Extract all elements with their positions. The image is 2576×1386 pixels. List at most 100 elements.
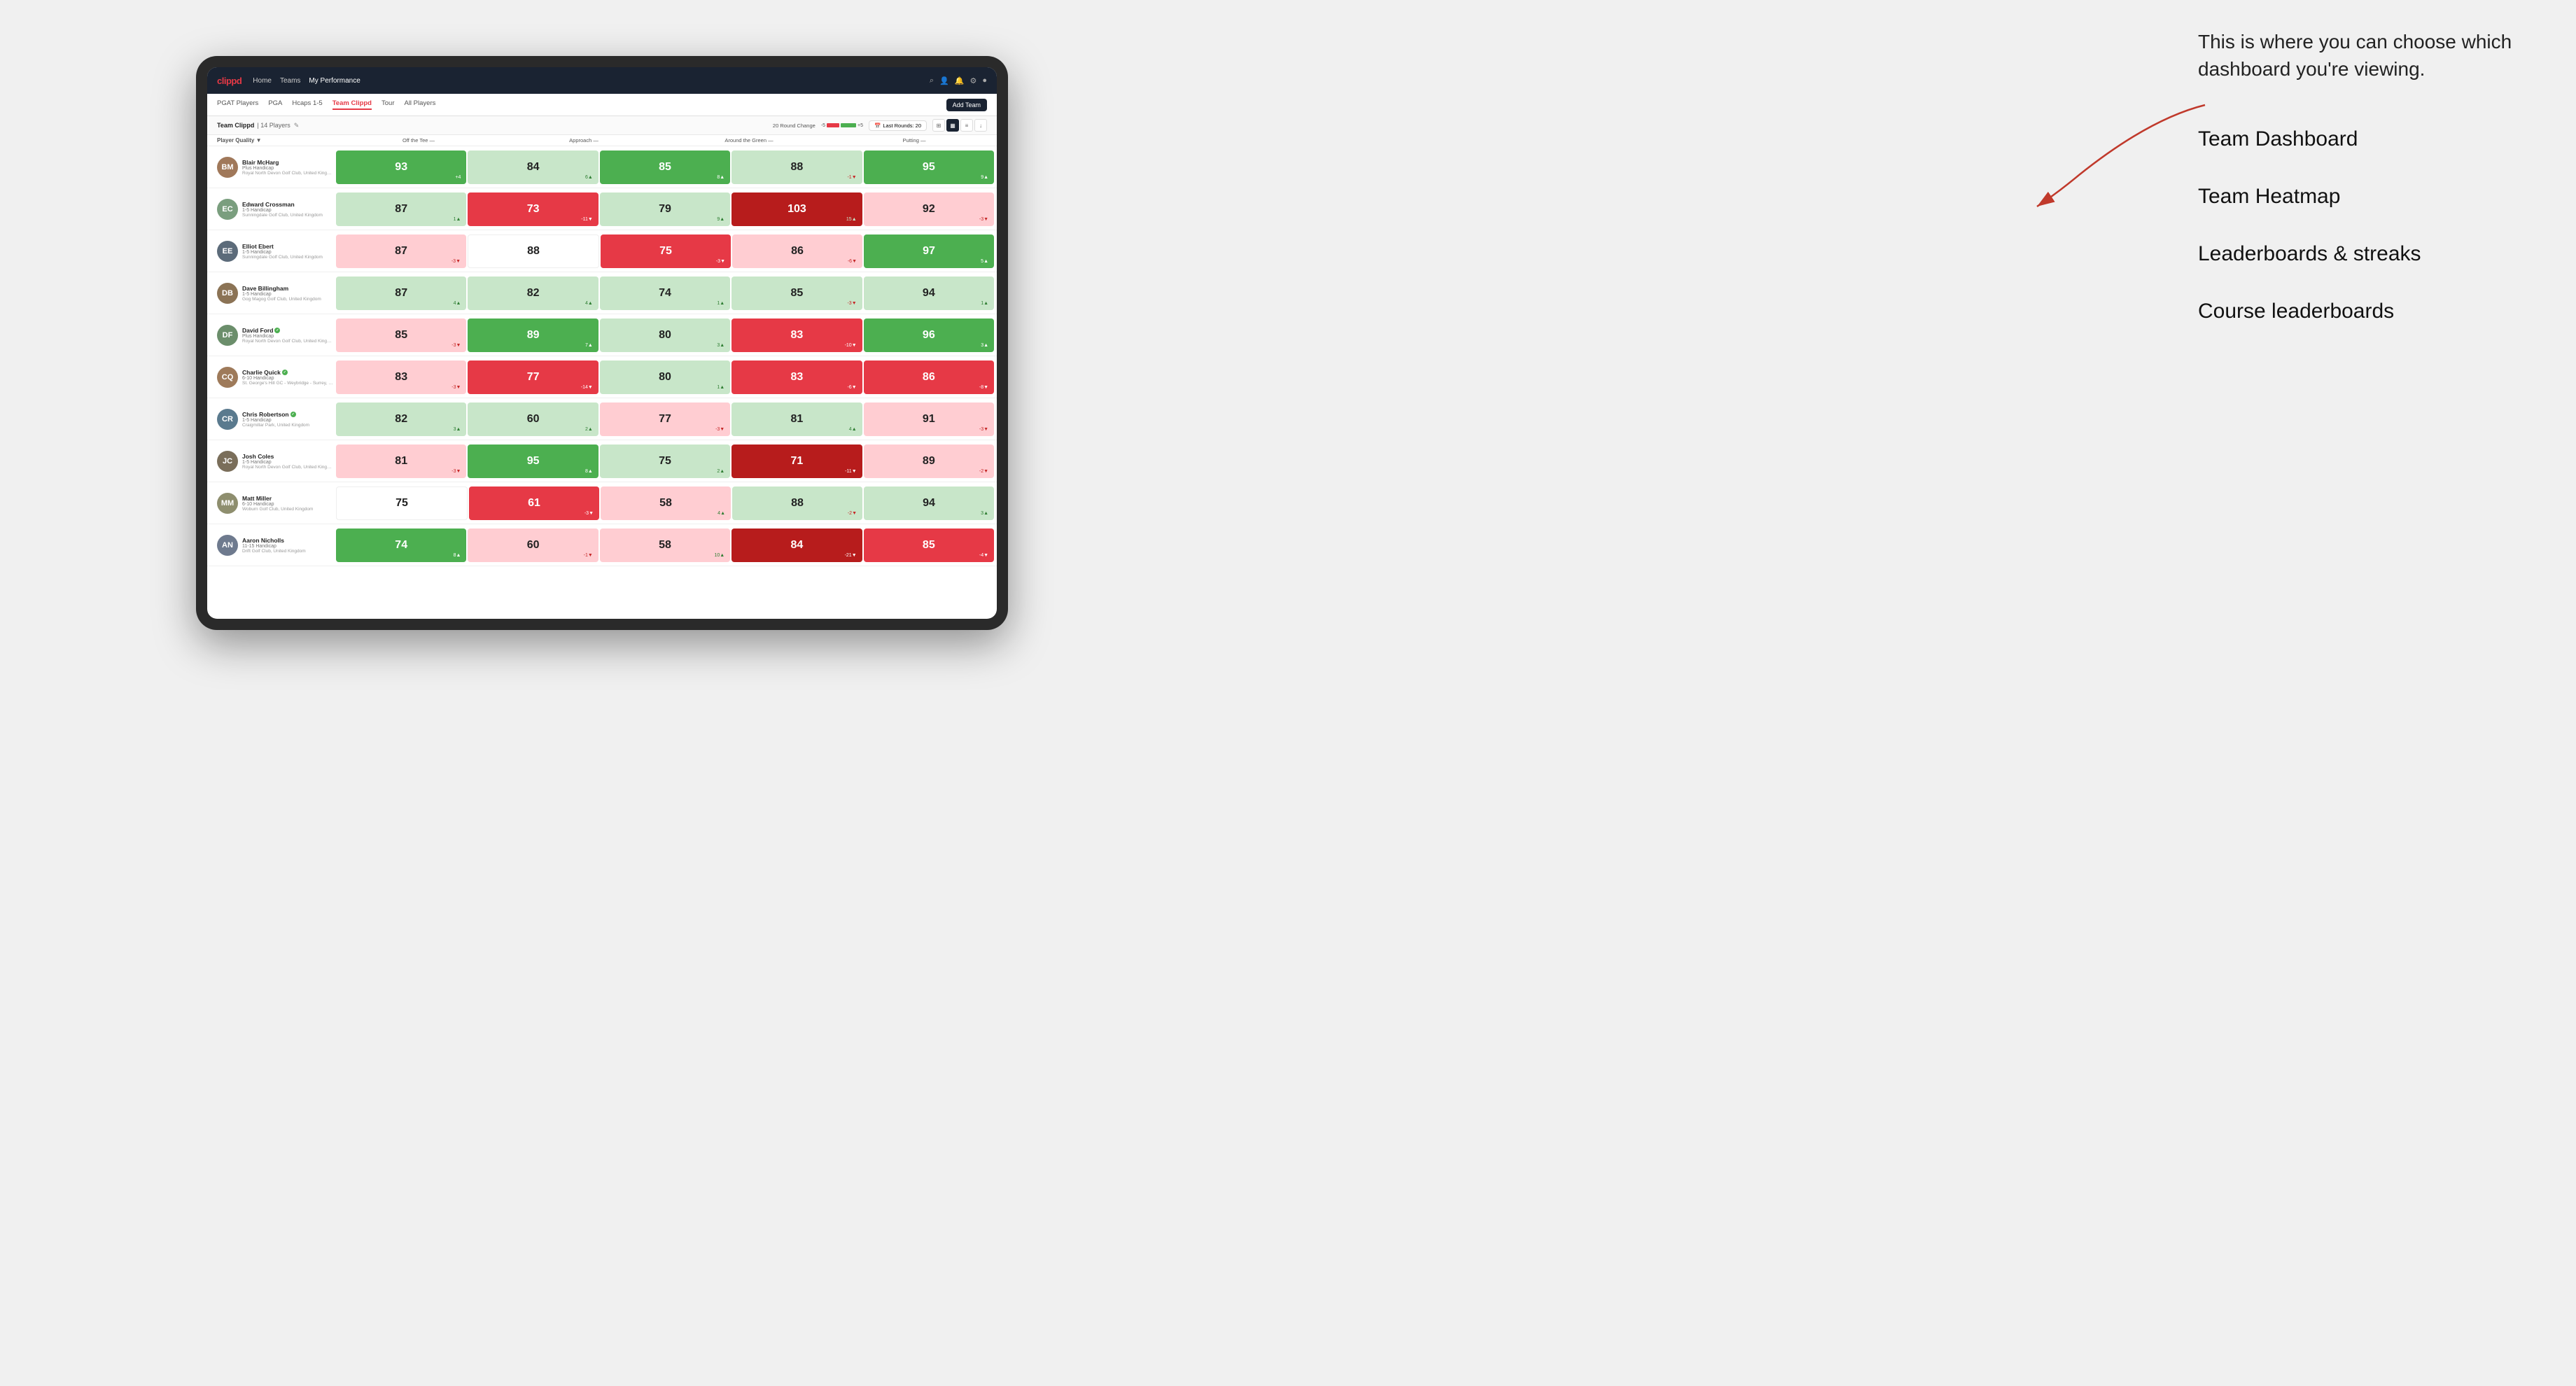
putting-header[interactable]: Putting — (832, 137, 997, 144)
stat-change: 7▲ (585, 343, 593, 348)
stat-cell[interactable]: 741▲ (600, 276, 730, 310)
stat-cells: 87-3▼8875-3▼86-6▼975▲ (336, 234, 997, 268)
stat-cell[interactable]: 84-21▼ (732, 528, 862, 562)
stat-cell[interactable]: 897▲ (468, 318, 598, 352)
list-view-button[interactable]: ≡ (960, 119, 973, 132)
stat-cell[interactable]: 73-11▼ (468, 192, 598, 226)
stat-cell[interactable]: 799▲ (600, 192, 730, 226)
stat-cell[interactable]: 846▲ (468, 150, 598, 184)
stat-cell[interactable]: 77-14▼ (468, 360, 598, 394)
stat-cell[interactable]: 83-3▼ (336, 360, 466, 394)
stat-cell[interactable]: 584▲ (601, 486, 731, 520)
stat-cell[interactable]: 824▲ (468, 276, 598, 310)
stat-cell[interactable]: 81-3▼ (336, 444, 466, 478)
stat-cell[interactable]: 86-8▼ (864, 360, 994, 394)
sub-nav-tour[interactable]: Tour (382, 99, 394, 110)
stat-cell[interactable]: 75 (336, 486, 468, 520)
stat-value: 77 (659, 413, 671, 426)
nav-my-performance[interactable]: My Performance (309, 76, 360, 86)
last-rounds-button[interactable]: 📅 Last Rounds: 20 (869, 120, 927, 131)
settings-icon[interactable]: ⚙ (969, 76, 976, 85)
stat-cell[interactable]: 85-3▼ (336, 318, 466, 352)
stat-cell[interactable]: 871▲ (336, 192, 466, 226)
stat-cell[interactable]: 89-2▼ (864, 444, 994, 478)
sub-nav-hcaps[interactable]: Hcaps 1-5 (292, 99, 322, 110)
stat-value: 60 (527, 539, 540, 552)
avatar: JC (217, 451, 238, 472)
download-button[interactable]: ↓ (974, 119, 987, 132)
nav-teams[interactable]: Teams (280, 76, 300, 86)
neg-val: -5 (821, 123, 825, 128)
avatar-icon[interactable]: ● (982, 76, 987, 85)
stat-cell[interactable]: 88-2▼ (732, 486, 862, 520)
table-row[interactable]: ECEdward Crossman1-5 HandicapSunningdale… (207, 188, 997, 230)
team-bar-controls: 20 Round Change -5 +5 📅 Last Rounds: 20 … (773, 119, 987, 132)
bell-icon[interactable]: 🔔 (955, 76, 965, 85)
stat-cell[interactable]: 874▲ (336, 276, 466, 310)
stat-cell[interactable]: 941▲ (864, 276, 994, 310)
stat-cell[interactable]: 87-3▼ (336, 234, 466, 268)
stat-cell[interactable]: 748▲ (336, 528, 466, 562)
add-team-button[interactable]: Add Team (946, 99, 987, 111)
stat-cell[interactable]: 86-6▼ (732, 234, 862, 268)
table-row[interactable]: JCJosh Coles1-5 HandicapRoyal North Devo… (207, 440, 997, 482)
player-col-header[interactable]: Player Quality ▼ (217, 137, 336, 144)
table-row[interactable]: DBDave Billingham1-5 HandicapGog Magog G… (207, 272, 997, 314)
player-handicap: 6-10 Handicap (242, 502, 313, 507)
stat-cell[interactable]: 752▲ (600, 444, 730, 478)
stat-change: 4▲ (454, 301, 461, 306)
table-row[interactable]: CQCharlie Quick✓6-10 HandicapSt. George'… (207, 356, 997, 398)
table-row[interactable]: BMBlair McHargPlus HandicapRoyal North D… (207, 146, 997, 188)
stat-cell[interactable]: 801▲ (600, 360, 730, 394)
stat-cell[interactable]: 958▲ (468, 444, 598, 478)
stat-cell[interactable]: 959▲ (864, 150, 994, 184)
stat-cell[interactable]: 814▲ (732, 402, 862, 436)
stat-cell[interactable]: 77-3▼ (600, 402, 730, 436)
stat-cell[interactable]: 88-1▼ (732, 150, 862, 184)
stat-cell[interactable]: 93+4 (336, 150, 466, 184)
stat-cell[interactable]: 5810▲ (600, 528, 730, 562)
approach-header[interactable]: Approach — (501, 137, 666, 144)
heatmap-view-button[interactable]: ▦ (946, 119, 959, 132)
stat-value: 97 (923, 245, 935, 258)
nav-home[interactable]: Home (253, 76, 272, 86)
table-row[interactable]: CRChris Robertson✓1-5 HandicapCraigmilla… (207, 398, 997, 440)
stat-cell[interactable]: 943▲ (864, 486, 994, 520)
stat-cell[interactable]: 92-3▼ (864, 192, 994, 226)
table-row[interactable]: EEElliot Ebert1-5 HandicapSunningdale Go… (207, 230, 997, 272)
stat-cell[interactable]: 858▲ (600, 150, 730, 184)
user-icon[interactable]: 👤 (939, 76, 949, 85)
around-green-header[interactable]: Around the Green — (666, 137, 832, 144)
sub-nav-team-clippd[interactable]: Team Clippd (332, 99, 372, 110)
stat-cell[interactable]: 71-11▼ (732, 444, 862, 478)
stat-change: -21▼ (845, 553, 857, 558)
search-icon[interactable]: ⌕ (930, 76, 934, 85)
stat-cell[interactable]: 823▲ (336, 402, 466, 436)
stat-cell[interactable]: 963▲ (864, 318, 994, 352)
table-row[interactable]: DFDavid Ford✓Plus HandicapRoyal North De… (207, 314, 997, 356)
grid-view-button[interactable]: ⊞ (932, 119, 945, 132)
table-row[interactable]: MMMatt Miller6-10 HandicapWoburn Golf Cl… (207, 482, 997, 524)
off-tee-header[interactable]: Off the Tee — (336, 137, 501, 144)
stat-cell[interactable]: 975▲ (864, 234, 994, 268)
sub-nav-pgat[interactable]: PGAT Players (217, 99, 258, 110)
stat-cell[interactable]: 75-3▼ (601, 234, 731, 268)
stat-cell[interactable]: 85-3▼ (732, 276, 862, 310)
edit-icon[interactable]: ✎ (294, 122, 300, 130)
stat-cell[interactable]: 83-10▼ (732, 318, 862, 352)
stat-cell[interactable]: 60-1▼ (468, 528, 598, 562)
table-row[interactable]: ANAaron Nicholls11-15 HandicapDrift Golf… (207, 524, 997, 566)
stat-cell[interactable]: 803▲ (600, 318, 730, 352)
sub-nav-all-players[interactable]: All Players (404, 99, 435, 110)
stat-cell[interactable]: 83-6▼ (732, 360, 862, 394)
stat-cell[interactable]: 61-3▼ (469, 486, 599, 520)
stat-value: 80 (659, 329, 671, 342)
sub-nav-pga[interactable]: PGA (268, 99, 282, 110)
stat-cell[interactable]: 91-3▼ (864, 402, 994, 436)
stat-cell[interactable]: 10315▲ (732, 192, 862, 226)
stat-value: 71 (791, 455, 804, 468)
stat-cell[interactable]: 602▲ (468, 402, 598, 436)
stat-cell[interactable]: 85-4▼ (864, 528, 994, 562)
stat-cell[interactable]: 88 (468, 234, 599, 268)
stat-cells: 81-3▼958▲752▲71-11▼89-2▼ (336, 444, 997, 478)
